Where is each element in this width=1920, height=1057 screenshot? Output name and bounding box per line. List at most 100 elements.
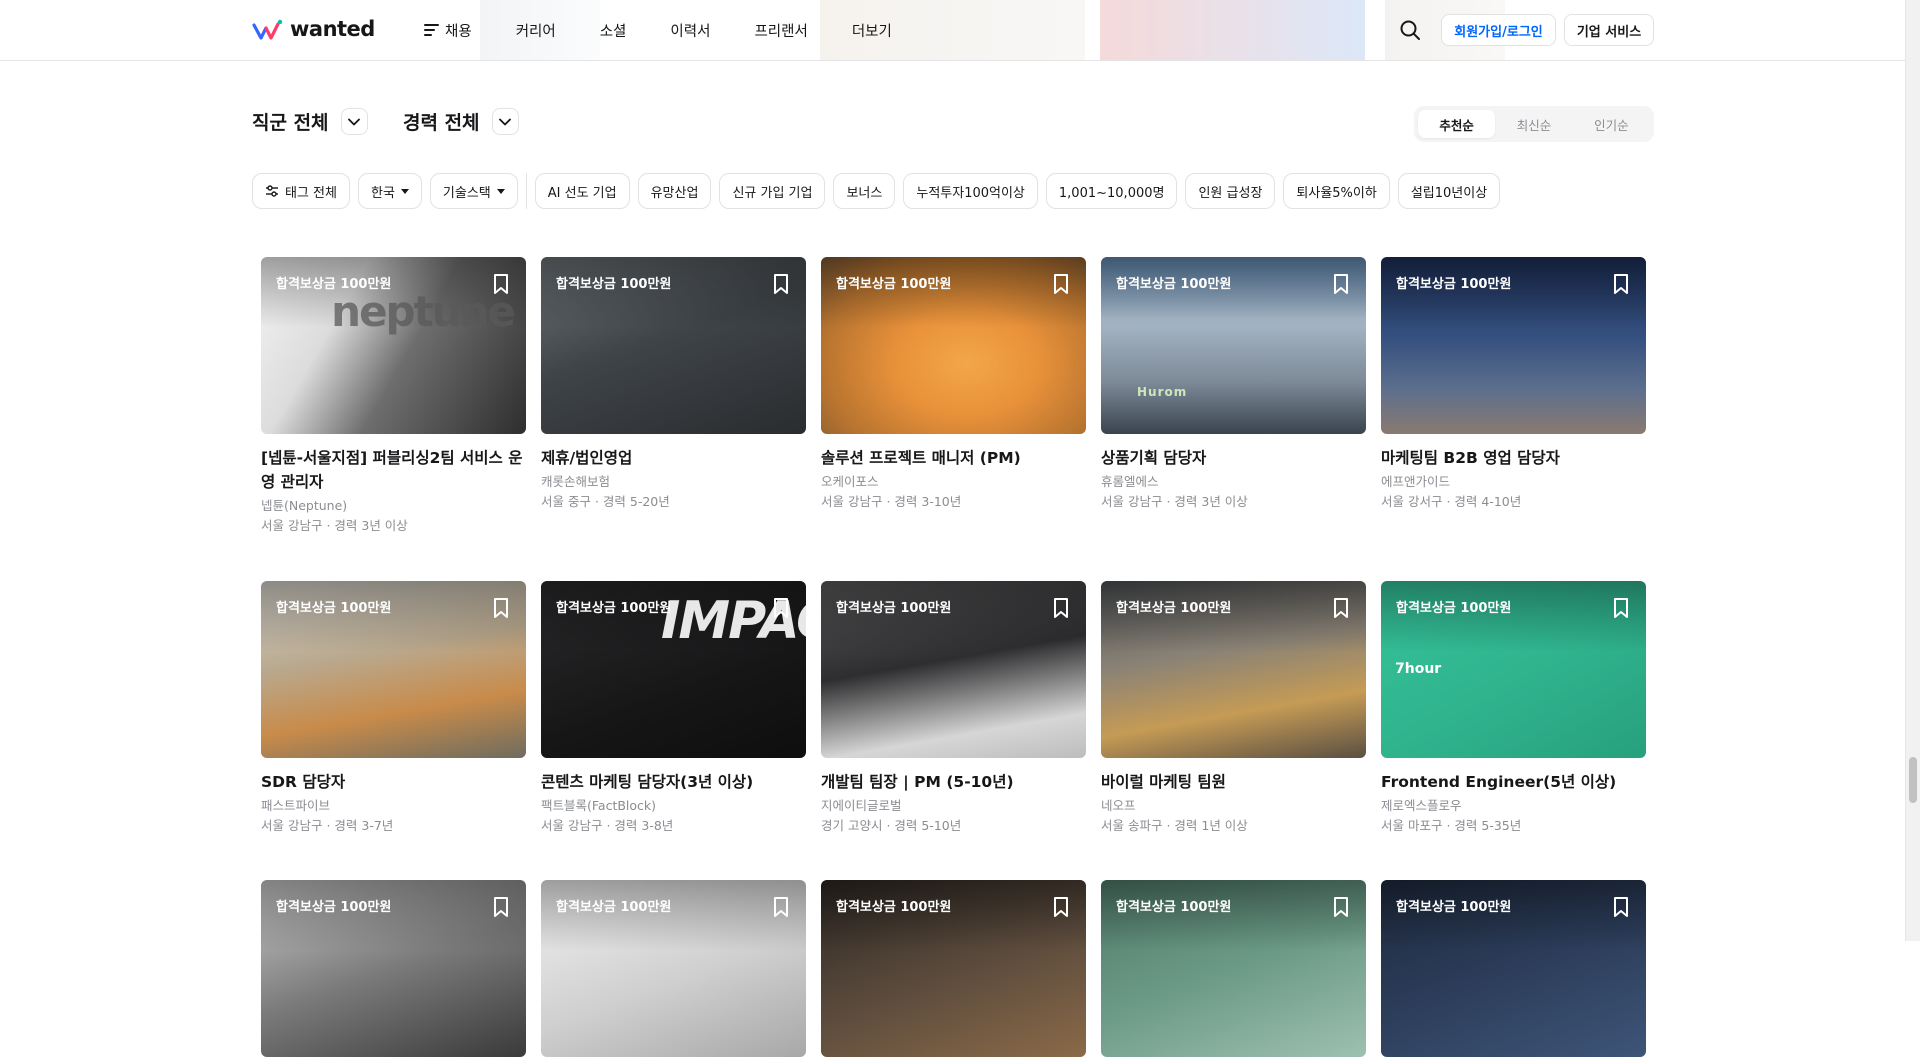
- nav-resume[interactable]: 이력서: [670, 20, 710, 41]
- job-card[interactable]: 합격보상금 100만원: [261, 880, 526, 1057]
- tech-stack-dropdown[interactable]: 기술스택: [429, 173, 518, 209]
- bookmark-icon[interactable]: [1612, 896, 1630, 918]
- job-thumbnail: 합격보상금 100만원: [1101, 581, 1366, 758]
- tag-chip[interactable]: 퇴사율5%이하: [1283, 173, 1390, 209]
- bookmark-icon[interactable]: [492, 597, 510, 619]
- tag-chip[interactable]: 유망산업: [637, 173, 712, 209]
- job-location-experience: 서울 마포구 · 경력 5-35년: [1381, 818, 1522, 833]
- company-name: 지에이티글로벌: [821, 798, 902, 813]
- experience-filter[interactable]: 경력 전체: [403, 108, 519, 135]
- wanted-logo-icon: [252, 19, 283, 40]
- tag-chip[interactable]: 인원 급성장: [1185, 173, 1276, 209]
- job-card[interactable]: 합격보상금 100만원 솔루션 프로젝트 매니저 (PM) 오케이포스 서울 강남구 …: [821, 257, 1086, 511]
- bookmark-icon[interactable]: [1612, 273, 1630, 295]
- job-location-experience: 서울 강남구 · 경력 3년 이상: [1101, 494, 1248, 509]
- job-card[interactable]: 7hour 합격보상금 100만원 Frontend Engineer(5년 이상)…: [1381, 581, 1646, 835]
- job-title: Frontend Engineer(5년 이상): [1381, 773, 1617, 791]
- bookmark-icon[interactable]: [1332, 896, 1350, 918]
- country-dropdown[interactable]: 한국: [357, 173, 422, 209]
- job-title: 솔루션 프로젝트 매니저 (PM): [821, 449, 1021, 467]
- job-location-experience: 서울 송파구 · 경력 1년 이상: [1101, 818, 1248, 833]
- reward-badge: 합격보상금 100만원: [556, 277, 672, 292]
- sort-recommended[interactable]: 추천순: [1418, 110, 1496, 138]
- job-title: 개발팀 팀장 | PM (5-10년): [821, 773, 1014, 791]
- job-card[interactable]: IMPACT합격보상금 100만원콘텐츠 마케팅 담당자(3년 이상) 팩트블록(…: [541, 581, 806, 835]
- job-card[interactable]: 합격보상금 100만원: [1381, 880, 1646, 1057]
- tech-stack-label: 기술스택: [442, 185, 491, 201]
- tag-chip[interactable]: 누적투자100억이상: [903, 173, 1038, 209]
- page-scrollbar[interactable]: [1905, 0, 1920, 941]
- company-name: 캐롯손해보험: [541, 474, 611, 489]
- bookmark-icon[interactable]: [1612, 597, 1630, 619]
- top-navigation-bar: wanted 채용 커리어 소셜 이력서 프리랜서 더보기 회원가입/로그인 기…: [0, 0, 1905, 61]
- nav-freelancer[interactable]: 프리랜서: [754, 20, 807, 41]
- job-thumbnail: 합격보상금 100만원: [1101, 880, 1366, 1057]
- caret-down-icon: [400, 188, 409, 194]
- nav-jobs[interactable]: 채용: [424, 20, 472, 41]
- job-card[interactable]: 합격보상금 100만원: [1101, 880, 1366, 1057]
- tag-chip[interactable]: 1,001~10,000명: [1045, 173, 1178, 209]
- job-title: 콘텐츠 마케팅 담당자(3년 이상): [541, 773, 754, 791]
- reward-badge: 합격보상금 100만원: [276, 900, 392, 915]
- nav-career[interactable]: 커리어: [516, 20, 556, 41]
- nav-more[interactable]: 더보기: [852, 20, 892, 41]
- bookmark-icon[interactable]: [492, 273, 510, 295]
- divider: [525, 173, 527, 209]
- job-card[interactable]: 합격보상금 100만원 마케팅팀 B2B 영업 담당자 에프앤가이드 서울 강서구 ·…: [1381, 257, 1646, 511]
- nav-label: 채용: [445, 23, 472, 40]
- job-thumbnail: 합격보상금 100만원: [821, 581, 1086, 758]
- bookmark-icon[interactable]: [1332, 597, 1350, 619]
- job-thumbnail: 합격보상금 100만원: [821, 257, 1086, 434]
- job-card[interactable]: Hurom 합격보상금 100만원 상품기획 담당자 휴롬엘에스 서울 강남구 · 경력…: [1101, 257, 1366, 511]
- bookmark-icon[interactable]: [1052, 273, 1070, 295]
- country-label: 한국: [370, 185, 395, 201]
- reward-badge: 합격보상금 100만원: [1116, 601, 1232, 616]
- job-card[interactable]: 합격보상금 100만원 제휴/법인영업 캐롯손해보험 서울 중구 · 경력 5-20년: [541, 257, 806, 511]
- experience-label: 경력 전체: [403, 112, 480, 134]
- job-card[interactable]: neptune 합격보상금 100만원 [넵튠-서울지점] 퍼블리싱2팀 서비스 운…: [261, 257, 526, 535]
- scrollbar-thumb[interactable]: [1909, 757, 1917, 803]
- signup-login-button[interactable]: 회원가입/로그인: [1441, 14, 1556, 46]
- job-category-filter[interactable]: 직군 전체: [252, 108, 368, 135]
- job-card[interactable]: 합격보상금 100만원개발팀 팀장 | PM (5-10년) 지에이티글로벌경기 …: [821, 581, 1086, 835]
- reward-badge: 합격보상금 100만원: [836, 277, 952, 292]
- tag-filter-bar: 태그 전체 한국 기술스택 AI 선도 기업 유망산업 신규 가입 기업 보너스…: [252, 173, 1508, 209]
- reward-badge: 합격보상금 100만원: [1396, 900, 1512, 915]
- tag-chip[interactable]: AI 선도 기업: [534, 173, 630, 209]
- nav-social[interactable]: 소셜: [600, 20, 627, 41]
- wanted-logo[interactable]: wanted: [252, 16, 375, 42]
- job-thumbnail: 합격보상금 100만원: [821, 880, 1086, 1057]
- company-name: 휴롬엘에스: [1101, 474, 1159, 489]
- job-thumbnail: Hurom 합격보상금 100만원: [1101, 257, 1366, 434]
- bookmark-icon[interactable]: [1052, 896, 1070, 918]
- bookmark-icon[interactable]: [1332, 273, 1350, 295]
- search-icon[interactable]: [1398, 18, 1422, 42]
- tag-chip[interactable]: 설립10년이상: [1397, 173, 1501, 209]
- job-location-experience: 서울 강남구 · 경력 3년 이상: [261, 518, 408, 533]
- job-card[interactable]: 합격보상금 100만원: [541, 880, 806, 1057]
- company-name: 넵튠(Neptune): [261, 498, 348, 513]
- bookmark-icon[interactable]: [772, 273, 790, 295]
- reward-badge: 합격보상금 100만원: [1116, 900, 1232, 915]
- reward-badge: 합격보상금 100만원: [1396, 601, 1512, 616]
- bookmark-icon[interactable]: [492, 896, 510, 918]
- bookmark-icon[interactable]: [772, 597, 790, 619]
- job-location-experience: 서울 강남구 · 경력 3-10년: [821, 494, 962, 509]
- thumbnail-logo-text: 7hour: [1395, 661, 1442, 677]
- sort-popular[interactable]: 인기순: [1573, 110, 1650, 138]
- tag-chip[interactable]: 보너스: [833, 173, 896, 209]
- tag-chip[interactable]: 신규 가입 기업: [719, 173, 826, 209]
- job-title: 바이럴 마케팅 팀원: [1101, 773, 1226, 791]
- job-location-experience: 경기 고양시 · 경력 5-10년: [821, 818, 962, 833]
- business-service-button[interactable]: 기업 서비스: [1564, 14, 1654, 46]
- sort-latest[interactable]: 최신순: [1495, 110, 1572, 138]
- menu-icon: [424, 24, 439, 36]
- job-card[interactable]: 합격보상금 100만원: [821, 880, 1086, 1057]
- bookmark-icon[interactable]: [1052, 597, 1070, 619]
- reward-badge: 합격보상금 100만원: [276, 601, 392, 616]
- bookmark-icon[interactable]: [772, 896, 790, 918]
- job-card[interactable]: 합격보상금 100만원 바이럴 마케팅 팀원 네오프 서울 송파구 · 경력 1년 이…: [1101, 581, 1366, 835]
- all-tags-button[interactable]: 태그 전체: [252, 173, 350, 209]
- company-name: 에프앤가이드: [1381, 474, 1451, 489]
- job-card[interactable]: 합격보상금 100만원 SDR 담당자 패스트파이브 서울 강남구 · 경력 3-7년: [261, 581, 526, 835]
